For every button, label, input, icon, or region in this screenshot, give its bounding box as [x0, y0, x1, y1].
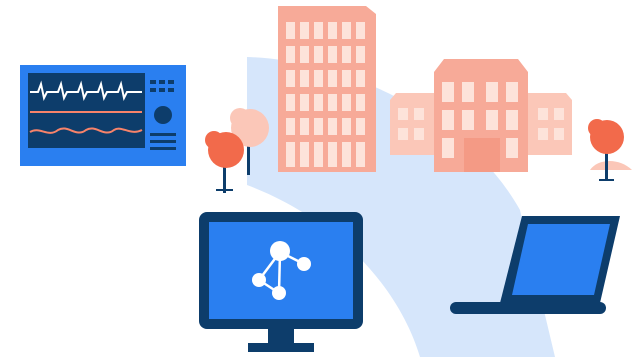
monitor-knob [154, 106, 172, 124]
tree-icon [205, 131, 244, 193]
office-tower-icon [278, 6, 376, 172]
healthcare-network-illustration [0, 0, 637, 357]
desktop-network-icon [199, 212, 363, 352]
tree-icon [588, 119, 632, 181]
illustration-canvas [20, 6, 632, 357]
patient-monitor-icon [20, 65, 186, 166]
hospital-door [464, 138, 500, 172]
